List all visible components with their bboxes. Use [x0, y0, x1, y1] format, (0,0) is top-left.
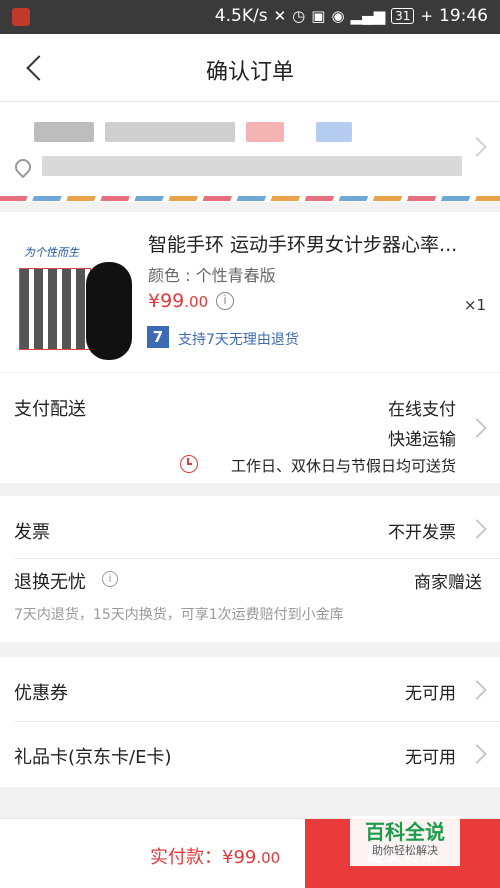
app-notification-icon — [12, 8, 30, 26]
payment-delivery-section[interactable]: 支付配送 在线支付 快递运输 工作日、双休日与节假日均可送货 — [0, 373, 500, 483]
price-decimal: .00 — [184, 293, 209, 311]
worry-free-label: 退换无忧 — [14, 572, 86, 593]
worry-free-value: 商家赠送 — [414, 573, 482, 593]
watermark-logo: 百科全说 助你轻松解决 — [350, 816, 460, 866]
network-speed: 4.5K/s — [214, 6, 268, 26]
thumb-band-device — [86, 262, 132, 360]
coupon-value: 无可用 — [405, 684, 456, 704]
discount-section: 优惠券 无可用 礼品卡(京东卡/E卡) 无可用 — [0, 657, 500, 787]
delivery-note: 工作日、双休日与节假日均可送货 — [230, 457, 456, 475]
blurred-address — [42, 156, 462, 176]
watermark-subtitle: 助你轻松解决 — [372, 844, 438, 857]
shipping-method: 快递运输 — [388, 430, 456, 450]
product-quantity: ×1 — [463, 296, 486, 314]
thumb-band-grid — [19, 268, 91, 350]
signal-4g-icon: ▂▄▆ — [350, 7, 386, 25]
coupon-label: 优惠券 — [14, 683, 68, 704]
location-pin-icon — [13, 159, 31, 177]
chevron-right-icon — [467, 418, 487, 438]
price-main: ¥99 — [148, 290, 185, 312]
product-card[interactable]: 为个性而生 智能手环 运动手环男女计步器心率... 颜色 : 个性青春版 ¥99… — [0, 212, 500, 372]
divider — [14, 558, 500, 559]
blurred-name — [34, 122, 94, 142]
payment-method: 在线支付 — [388, 400, 456, 420]
product-title: 智能手环 运动手环男女计步器心率... — [148, 234, 458, 256]
seven-day-return-icon: 7 — [147, 326, 169, 348]
watermark-title: 百科全说 — [365, 820, 445, 844]
total-payment-decimal: .00 — [256, 849, 281, 867]
alarm-icon: ◷ — [292, 7, 306, 25]
info-icon[interactable]: i — [102, 571, 118, 587]
total-payment: 实付款：¥99.00 — [150, 843, 280, 869]
return-policy-text: 支持7天无理由退货 — [178, 332, 299, 348]
clock-icon — [180, 455, 198, 473]
status-bar: 4.5K/s ✕ ◷ ▣ ◉ ▂▄▆ 31 + 19:46 — [0, 0, 500, 34]
hd-icon: ▣ — [311, 7, 326, 25]
worry-free-desc: 7天内退货，15天内换货，可享1次运费赔付到小金库 — [14, 607, 344, 623]
invoice-label: 发票 — [14, 522, 50, 543]
gift-card-value: 无可用 — [405, 748, 456, 768]
blurred-tag-red — [246, 122, 284, 142]
product-price: ¥99.00 — [148, 290, 208, 312]
invoice-value: 不开发票 — [388, 523, 456, 543]
nav-bar: 确认订单 — [0, 34, 500, 102]
battery-icon: 31 — [391, 8, 415, 24]
charging-icon: + — [420, 7, 433, 25]
blurred-tag-blue — [316, 122, 352, 142]
chevron-right-icon — [467, 680, 487, 700]
payment-delivery-label: 支付配送 — [14, 399, 86, 420]
price-info-icon[interactable]: i — [216, 292, 234, 310]
envelope-stripe — [0, 196, 500, 201]
mute-icon: ✕ — [273, 7, 287, 25]
product-image: 为个性而生 — [14, 224, 134, 360]
blurred-phone — [105, 122, 235, 142]
gift-card-label: 礼品卡(京东卡/E卡) — [14, 747, 172, 768]
divider — [14, 721, 500, 722]
invoice-section: 发票 不开发票 退换无忧 i 商家赠送 7天内退货，15天内换货，可享1次运费赔… — [0, 496, 500, 642]
chevron-right-icon — [467, 744, 487, 764]
chevron-right-icon — [467, 519, 487, 539]
page-title: 确认订单 — [205, 60, 294, 85]
thumb-caption: 为个性而生 — [24, 246, 79, 259]
address-card[interactable] — [0, 102, 500, 202]
eye-icon: ◉ — [331, 7, 345, 25]
total-payment-main: 实付款：¥99 — [150, 847, 257, 868]
clock-time: 19:46 — [439, 6, 488, 26]
product-spec: 颜色 : 个性青春版 — [148, 266, 276, 285]
